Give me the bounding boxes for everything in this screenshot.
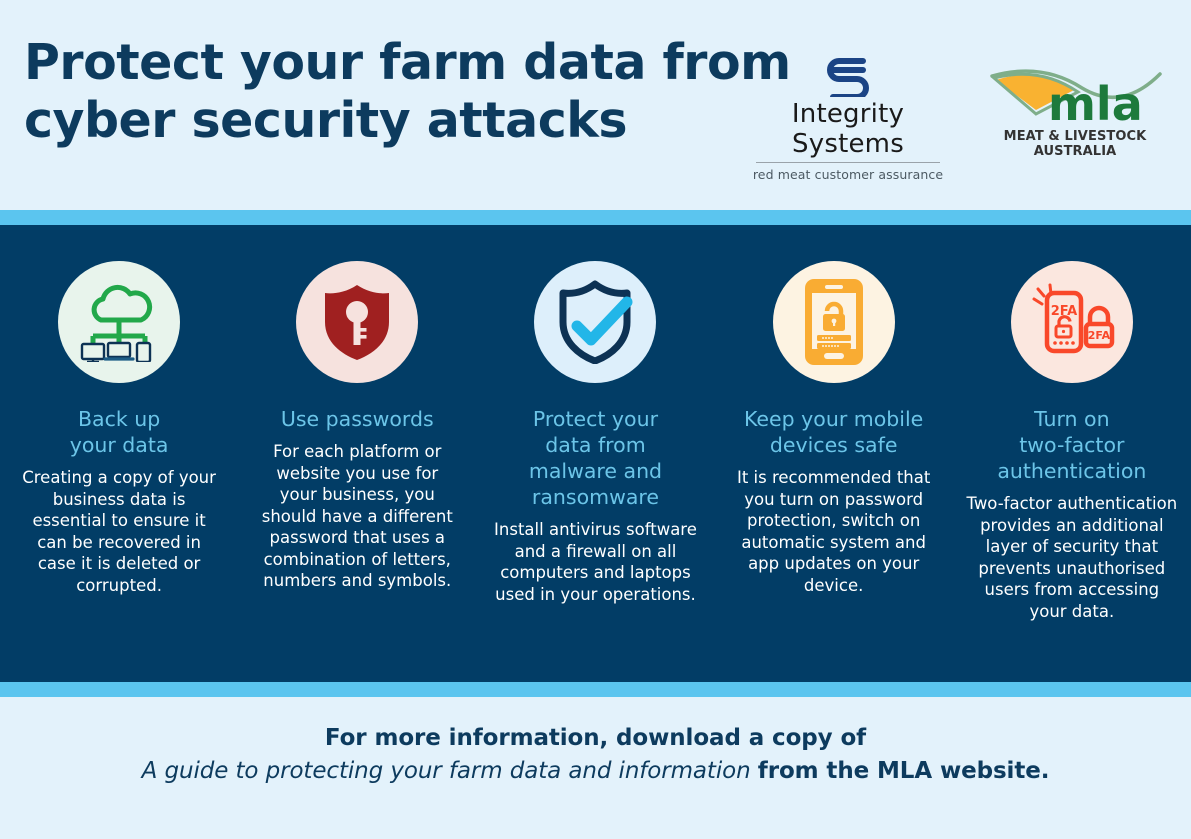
header-band: Protect your farm data from cyber securi… [0,0,1191,210]
integrity-systems-s-mark-icon [740,55,956,100]
mla-logo: mla MEAT & LIVESTOCK AUSTRALIA [982,58,1168,159]
page-title: Protect your farm data from cyber securi… [24,34,791,150]
mobile-phone-lock-icon [772,261,895,383]
mla-logo-mark: mla [982,58,1168,131]
tip-heading-mobile: Keep your mobile devices safe [743,407,924,457]
tip-body-passwords: For each platform or website you use for… [261,442,453,590]
tip-column-two-factor: 2FA 2FA Turn on two-factor authenticatio… [953,225,1191,622]
tip-heading-passwords: Use passwords [280,407,434,431]
mla-subtitle: MEAT & LIVESTOCK AUSTRALIA [1003,129,1147,159]
footer-line-1: For more information, download a copy of [324,725,867,751]
cloud-backup-devices-icon [58,261,181,383]
shield-check-icon [534,261,657,383]
svg-text:2FA: 2FA [1088,329,1111,342]
top-accent-stripe [0,210,1191,225]
tip-body-malware: Install antivirus software and a firewal… [494,520,697,604]
tip-column-backup: Back up your data Creating a copy of you… [0,225,238,596]
two-factor-auth-icon: 2FA 2FA [1010,261,1133,383]
tip-heading-two-factor: Turn on two-factor authentication [997,407,1147,483]
page-title-line-1: Protect your farm data from [24,34,791,91]
svg-text:mla: mla [1048,77,1143,130]
tip-column-malware: Protect your data from malware and ranso… [476,225,714,605]
guide-title: A guide to protecting your farm data and… [141,758,751,784]
tip-body-mobile: It is recommended that you turn on passw… [736,468,931,595]
shield-key-icon [296,261,419,383]
integrity-systems-name: Integrity Systems [791,99,905,159]
bottom-accent-stripe [0,682,1191,697]
logo-divider [756,162,940,163]
integrity-systems-logo: Integrity Systems red meat customer assu… [740,55,956,182]
infographic-poster: Protect your farm data from cyber securi… [0,0,1191,839]
tip-column-mobile: Keep your mobile devices safe It is reco… [715,225,953,596]
footer-line-2: A guide to protecting your farm data and… [0,755,1191,788]
tip-column-passwords: Use passwords For each platform or websi… [238,225,476,592]
footer-text: For more information, download a copy of… [0,722,1191,788]
tip-body-backup: Creating a copy of your business data is… [22,468,216,595]
tip-body-two-factor: Two-factor authentication provides an ad… [966,494,1178,621]
tip-heading-malware: Protect your data from malware and ranso… [528,407,663,509]
page-title-line-2: cyber security attacks [24,92,628,149]
integrity-systems-tagline: red meat customer assurance [752,167,944,182]
footer-cta: from the MLA website. [757,758,1050,784]
tips-columns: Back up your data Creating a copy of you… [0,225,1191,682]
tip-heading-backup: Back up your data [69,407,169,457]
